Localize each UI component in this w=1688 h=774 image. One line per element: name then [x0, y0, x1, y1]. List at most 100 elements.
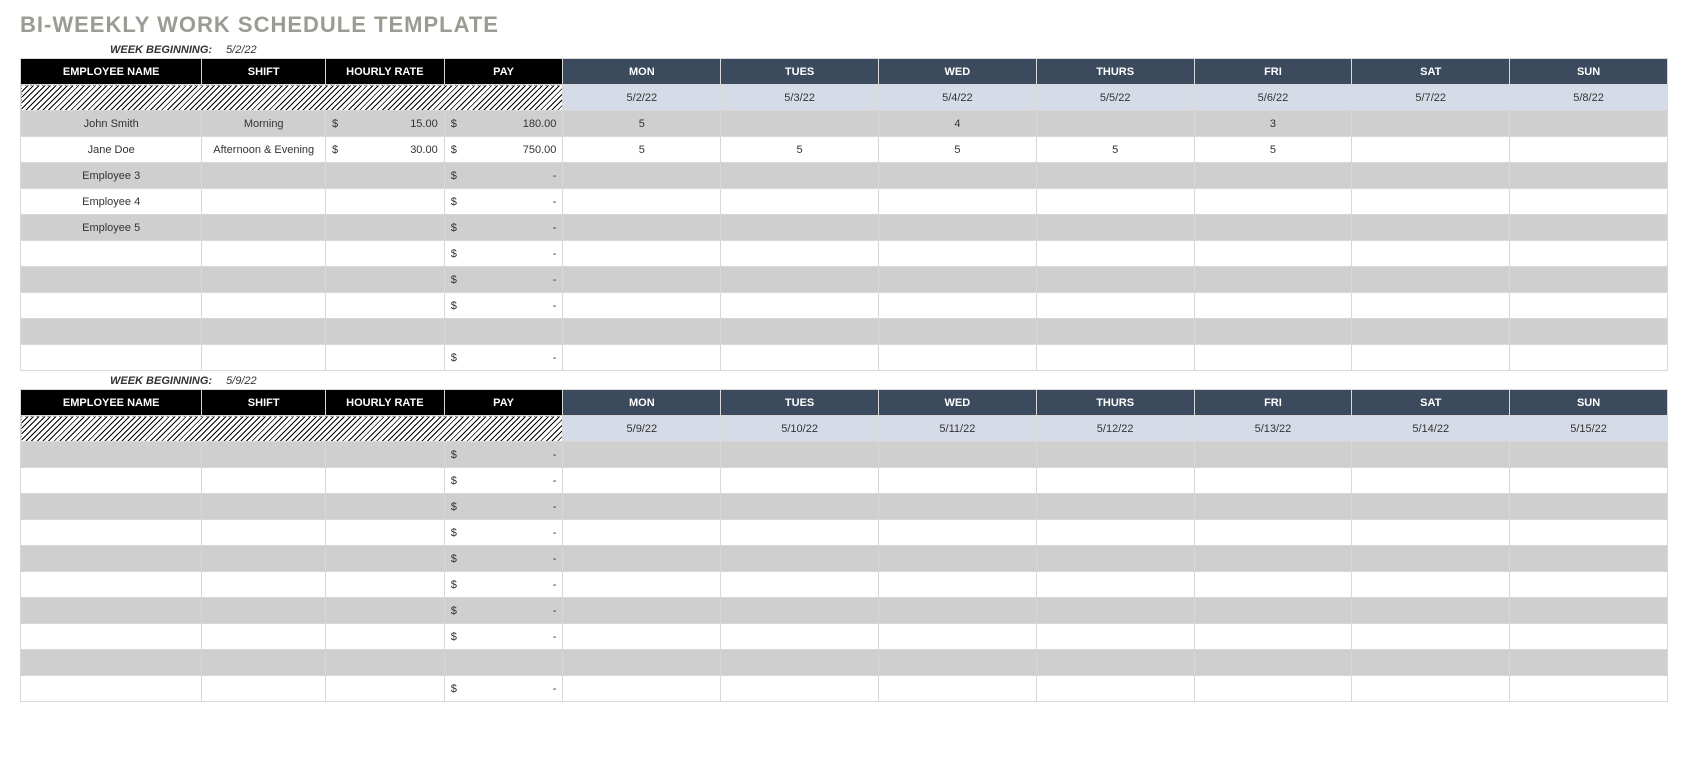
- employee-name-cell[interactable]: [21, 546, 202, 572]
- hours-cell[interactable]: [563, 442, 721, 468]
- shift-cell[interactable]: [202, 572, 326, 598]
- hours-cell[interactable]: [1194, 598, 1352, 624]
- hours-cell[interactable]: [1352, 293, 1510, 319]
- hours-cell[interactable]: [1352, 163, 1510, 189]
- hours-cell[interactable]: [1194, 546, 1352, 572]
- hours-cell[interactable]: [1194, 650, 1352, 676]
- hours-cell[interactable]: [1194, 572, 1352, 598]
- hours-cell[interactable]: [563, 598, 721, 624]
- hours-cell[interactable]: [563, 293, 721, 319]
- hours-cell[interactable]: [1352, 598, 1510, 624]
- hours-cell[interactable]: [721, 624, 879, 650]
- rate-cell[interactable]: [326, 572, 445, 598]
- hours-cell[interactable]: [878, 163, 1036, 189]
- shift-cell[interactable]: [202, 546, 326, 572]
- shift-cell[interactable]: [202, 293, 326, 319]
- hours-cell[interactable]: [721, 345, 879, 371]
- hours-cell[interactable]: [1194, 189, 1352, 215]
- week-beginning-date[interactable]: 5/2/22: [226, 44, 257, 56]
- hours-cell[interactable]: [1352, 676, 1510, 702]
- hours-cell[interactable]: [1510, 624, 1668, 650]
- hours-cell[interactable]: [878, 267, 1036, 293]
- hours-cell[interactable]: [1036, 598, 1194, 624]
- hours-cell[interactable]: [563, 163, 721, 189]
- hours-cell[interactable]: [878, 598, 1036, 624]
- rate-cell[interactable]: [326, 546, 445, 572]
- hours-cell[interactable]: [563, 215, 721, 241]
- hours-cell[interactable]: [563, 546, 721, 572]
- week-beginning-date[interactable]: 5/9/22: [226, 375, 257, 387]
- hours-cell[interactable]: [1194, 345, 1352, 371]
- hours-cell[interactable]: [878, 650, 1036, 676]
- hours-cell[interactable]: [1352, 624, 1510, 650]
- hours-cell[interactable]: 5: [721, 137, 879, 163]
- hours-cell[interactable]: [1510, 546, 1668, 572]
- hours-cell[interactable]: 5: [1036, 137, 1194, 163]
- rate-cell[interactable]: [326, 520, 445, 546]
- hours-cell[interactable]: [721, 163, 879, 189]
- hours-cell[interactable]: [1194, 293, 1352, 319]
- shift-cell[interactable]: [202, 189, 326, 215]
- hours-cell[interactable]: [878, 546, 1036, 572]
- rate-cell[interactable]: [326, 267, 445, 293]
- hours-cell[interactable]: [721, 293, 879, 319]
- hours-cell[interactable]: [1036, 520, 1194, 546]
- hours-cell[interactable]: [1352, 111, 1510, 137]
- hours-cell[interactable]: [1510, 137, 1668, 163]
- rate-cell[interactable]: [326, 189, 445, 215]
- hours-cell[interactable]: [878, 520, 1036, 546]
- hours-cell[interactable]: [1352, 189, 1510, 215]
- hours-cell[interactable]: [1510, 293, 1668, 319]
- hours-cell[interactable]: [878, 345, 1036, 371]
- hours-cell[interactable]: [721, 442, 879, 468]
- hours-cell[interactable]: [1510, 650, 1668, 676]
- hours-cell[interactable]: [878, 319, 1036, 345]
- hours-cell[interactable]: [721, 494, 879, 520]
- hours-cell[interactable]: [878, 624, 1036, 650]
- employee-name-cell[interactable]: Employee 3: [21, 163, 202, 189]
- hours-cell[interactable]: [1510, 163, 1668, 189]
- shift-cell[interactable]: [202, 319, 326, 345]
- hours-cell[interactable]: 5: [563, 137, 721, 163]
- employee-name-cell[interactable]: [21, 241, 202, 267]
- hours-cell[interactable]: [1036, 546, 1194, 572]
- hours-cell[interactable]: [1036, 676, 1194, 702]
- rate-cell[interactable]: [326, 215, 445, 241]
- hours-cell[interactable]: [1352, 442, 1510, 468]
- hours-cell[interactable]: [721, 676, 879, 702]
- rate-cell[interactable]: [326, 598, 445, 624]
- hours-cell[interactable]: [563, 468, 721, 494]
- hours-cell[interactable]: [1036, 442, 1194, 468]
- employee-name-cell[interactable]: [21, 293, 202, 319]
- hours-cell[interactable]: [878, 293, 1036, 319]
- hours-cell[interactable]: [878, 676, 1036, 702]
- hours-cell[interactable]: [1352, 650, 1510, 676]
- hours-cell[interactable]: [1352, 546, 1510, 572]
- hours-cell[interactable]: [1510, 520, 1668, 546]
- hours-cell[interactable]: [1194, 676, 1352, 702]
- hours-cell[interactable]: [721, 189, 879, 215]
- hours-cell[interactable]: [563, 650, 721, 676]
- employee-name-cell[interactable]: [21, 624, 202, 650]
- hours-cell[interactable]: [1352, 319, 1510, 345]
- hours-cell[interactable]: [1194, 267, 1352, 293]
- hours-cell[interactable]: [1510, 598, 1668, 624]
- shift-cell[interactable]: Morning: [202, 111, 326, 137]
- rate-cell[interactable]: [326, 319, 445, 345]
- employee-name-cell[interactable]: John Smith: [21, 111, 202, 137]
- hours-cell[interactable]: 5: [878, 137, 1036, 163]
- hours-cell[interactable]: [1352, 215, 1510, 241]
- employee-name-cell[interactable]: [21, 494, 202, 520]
- hours-cell[interactable]: [721, 546, 879, 572]
- hours-cell[interactable]: [1510, 189, 1668, 215]
- rate-cell[interactable]: [326, 345, 445, 371]
- rate-cell[interactable]: [326, 442, 445, 468]
- employee-name-cell[interactable]: [21, 650, 202, 676]
- shift-cell[interactable]: [202, 494, 326, 520]
- hours-cell[interactable]: [721, 650, 879, 676]
- hours-cell[interactable]: [1194, 468, 1352, 494]
- rate-cell[interactable]: [326, 650, 445, 676]
- hours-cell[interactable]: [721, 598, 879, 624]
- hours-cell[interactable]: [878, 189, 1036, 215]
- hours-cell[interactable]: [1352, 345, 1510, 371]
